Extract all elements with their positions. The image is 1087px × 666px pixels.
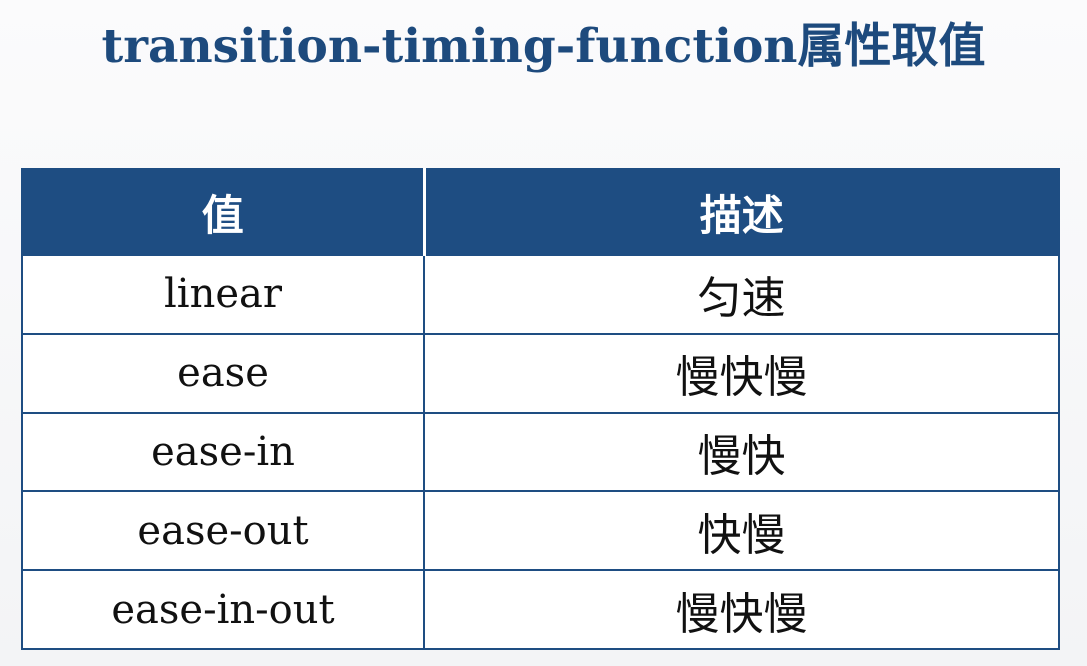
cell-description: 匀速 xyxy=(423,254,1060,335)
cell-value: ease-in xyxy=(21,411,425,493)
cell-value: ease-out xyxy=(21,490,425,572)
header-value: 值 xyxy=(21,168,426,256)
cell-description: 慢快慢 xyxy=(423,332,1060,414)
cell-description: 慢快 xyxy=(423,411,1060,493)
table-header-row: 值 描述 xyxy=(21,168,1060,256)
values-table: 值 描述 linear 匀速 ease 慢快慢 ease-in 慢快 ease-… xyxy=(21,168,1060,650)
table-row: ease-in 慢快 xyxy=(21,411,1060,493)
slide: transition-timing-function属性取值 值 描述 line… xyxy=(0,0,1087,666)
table-row: ease-out 快慢 xyxy=(21,490,1060,572)
table-row: ease-in-out 慢快慢 xyxy=(21,569,1060,650)
page-title: transition-timing-function属性取值 xyxy=(101,19,986,74)
cell-value: ease xyxy=(21,332,425,414)
cell-description: 慢快慢 xyxy=(423,569,1060,650)
cell-value: ease-in-out xyxy=(21,569,425,650)
table-row: linear 匀速 xyxy=(21,254,1060,335)
cell-value: linear xyxy=(21,254,425,335)
cell-description: 快慢 xyxy=(423,490,1060,572)
header-description: 描述 xyxy=(423,168,1060,256)
table-row: ease 慢快慢 xyxy=(21,332,1060,414)
values-table-container: 值 描述 linear 匀速 ease 慢快慢 ease-in 慢快 ease-… xyxy=(21,168,1060,650)
